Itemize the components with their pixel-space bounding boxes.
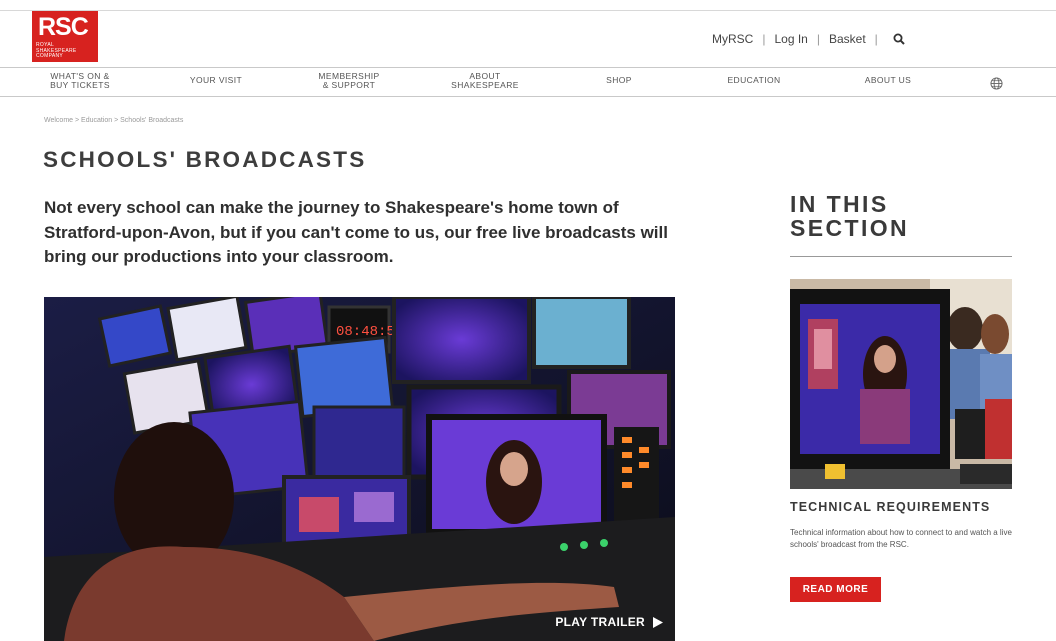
classroom-screen-image — [790, 279, 1012, 489]
nav-your-visit[interactable]: YOUR VISIT — [156, 76, 276, 85]
utility-nav: MyRSC | Log In | Basket | — [712, 32, 905, 46]
nav-shop[interactable]: SHOP — [559, 76, 679, 85]
read-more-button[interactable]: READ MORE — [790, 577, 881, 602]
logo-fullname: ROYAL SHAKESPEARE COMPANY — [36, 42, 77, 59]
main-nav: WHAT'S ON & BUY TICKETS YOUR VISIT MEMBE… — [0, 67, 1056, 97]
nav-about-us[interactable]: ABOUT US — [828, 76, 948, 85]
play-trailer-button[interactable]: PLAY TRAILER — [555, 615, 663, 629]
technical-requirements-image[interactable] — [790, 279, 1012, 489]
section-heading: IN THIS SECTION — [790, 191, 910, 241]
nav-about-shakespeare[interactable]: ABOUT SHAKESPEARE — [425, 72, 545, 90]
hero-video[interactable]: 08:48:58 PLAY TRAILER — [44, 297, 675, 641]
rsc-logo[interactable]: RSC ROYAL SHAKESPEARE COMPANY — [32, 11, 98, 62]
intro-text: Not every school can make the journey to… — [44, 198, 668, 266]
top-rule — [0, 10, 1056, 11]
page-title: SCHOOLS' BROADCASTS — [43, 147, 367, 172]
nav-membership[interactable]: MEMBERSHIP & SUPPORT — [289, 72, 409, 90]
basket-link[interactable]: Basket — [829, 32, 866, 46]
broadcast-control-room-image: 08:48:58 — [44, 297, 675, 641]
myrsc-link[interactable]: MyRSC — [712, 32, 753, 46]
globe-icon[interactable] — [990, 77, 1003, 95]
breadcrumb[interactable]: Welcome > Education > Schools' Broadcast… — [44, 117, 183, 124]
card-text: Technical information about how to conne… — [790, 528, 1012, 549]
search-icon[interactable] — [893, 33, 905, 45]
play-icon — [653, 616, 663, 628]
login-link[interactable]: Log In — [774, 32, 807, 46]
logo-mark: RSC — [38, 13, 89, 41]
card-title[interactable]: TECHNICAL REQUIREMENTS — [790, 500, 990, 514]
nav-whats-on[interactable]: WHAT'S ON & BUY TICKETS — [20, 72, 140, 90]
nav-education[interactable]: EDUCATION — [694, 76, 814, 85]
play-trailer-label: PLAY TRAILER — [555, 615, 645, 629]
section-divider — [790, 256, 1012, 257]
